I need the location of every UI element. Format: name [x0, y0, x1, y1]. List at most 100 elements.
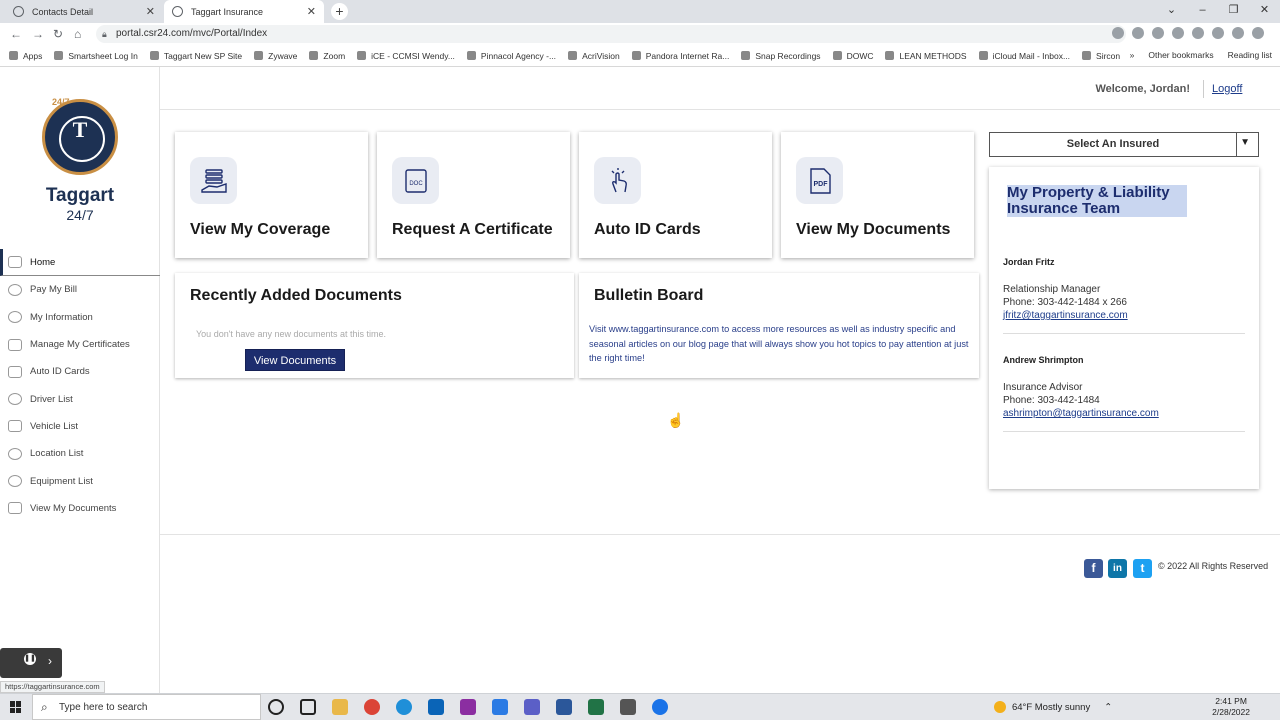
- bookmark-item[interactable]: AcriVision: [568, 51, 620, 61]
- sidebar-item-vehicle-list[interactable]: Vehicle List: [0, 413, 160, 440]
- card-auto-id-cards[interactable]: Auto ID Cards: [579, 132, 772, 258]
- onenote-icon[interactable]: [460, 699, 476, 715]
- task-view-icon[interactable]: [300, 699, 316, 715]
- contact-email-link[interactable]: jfritz@taggartinsurance.com: [1003, 309, 1245, 322]
- bookmark-item[interactable]: Snap Recordings: [741, 50, 821, 61]
- sidebar-item-pay-my-bill[interactable]: Pay My Bill: [0, 276, 160, 303]
- taskbar-search[interactable]: ⌕ Type here to search: [32, 694, 261, 720]
- bookmark-label: DOWC: [846, 50, 874, 61]
- bookmark-item[interactable]: iCloud Mail - Inbox...: [978, 51, 1070, 61]
- taggart-logo[interactable]: 24/7 T Taggart 24/7: [10, 91, 150, 231]
- share-icon[interactable]: [1112, 27, 1124, 39]
- address-bar[interactable]: 🔒︎ portal.csr24.com/mvc/Portal/Index: [96, 25, 1126, 43]
- file-explorer-icon[interactable]: [332, 699, 348, 715]
- contact-card: Jordan Fritz Relationship Manager Phone:…: [1003, 257, 1245, 334]
- bookmark-item[interactable]: Zywave: [254, 51, 297, 61]
- card-view-my-documents[interactable]: PDF View My Documents: [781, 132, 974, 258]
- sidebar-item-location-list[interactable]: Location List: [0, 440, 160, 467]
- bookmark-item[interactable]: Smartsheet Log In: [54, 51, 138, 61]
- sidebar-item-label: View My Documents: [30, 502, 117, 514]
- edge-icon[interactable]: [396, 699, 412, 715]
- contact-email-link[interactable]: ashrimpton@taggartinsurance.com: [1003, 407, 1245, 420]
- bookmark-item[interactable]: Pinnacol Agency -...: [466, 50, 557, 61]
- cortana-icon[interactable]: [268, 699, 284, 715]
- bookmarks-overflow-button[interactable]: »: [1130, 50, 1135, 60]
- panel-title: Bulletin Board: [594, 287, 704, 304]
- bookmark-item[interactable]: DOWC: [832, 50, 874, 61]
- chevron-down-icon[interactable]: ⌄: [1156, 0, 1187, 23]
- close-window-icon[interactable]: ✕: [1249, 0, 1280, 23]
- home-icon[interactable]: ⌂: [74, 27, 81, 41]
- bookmark-item[interactable]: Pandora Internet Ra...: [631, 51, 729, 61]
- sidebar-item-home[interactable]: Home: [0, 249, 160, 277]
- puzzle-icon[interactable]: [1212, 27, 1224, 39]
- excel-icon[interactable]: [588, 699, 604, 715]
- bookmark-icon: [741, 51, 751, 60]
- new-tab-button[interactable]: +: [331, 3, 348, 20]
- chrome-icon[interactable]: [364, 699, 380, 715]
- teams-icon[interactable]: [524, 699, 540, 715]
- sidebar-item-my-information[interactable]: My Information: [0, 304, 160, 331]
- bookmark-item[interactable]: Sircon: [1082, 51, 1120, 61]
- bookmark-icon: [978, 51, 988, 60]
- browser-toolbar: ← → ↻ ⌂ 🔒︎ portal.csr24.com/mvc/Portal/I…: [0, 23, 1280, 45]
- extension-icon[interactable]: [1192, 27, 1204, 39]
- pause-icon[interactable]: ❚❚: [24, 653, 36, 665]
- windows-start-icon[interactable]: [10, 701, 22, 713]
- close-icon[interactable]: ✕: [146, 5, 155, 18]
- bulletin-text[interactable]: Visit www.taggartinsurance.com to access…: [589, 322, 974, 366]
- tab-taggart-insurance[interactable]: Taggart Insurance ✕: [164, 0, 324, 23]
- linkedin-icon[interactable]: in: [1108, 559, 1127, 578]
- sidebar-item-auto-id-cards[interactable]: Auto ID Cards: [0, 358, 160, 385]
- bookmark-label: Zoom: [323, 50, 346, 61]
- sidebar-item-equipment-list[interactable]: Equipment List: [0, 467, 160, 494]
- folder-icon: [8, 502, 22, 515]
- bookmark-item[interactable]: Apps: [9, 51, 42, 61]
- minimize-icon[interactable]: –: [1187, 0, 1218, 23]
- recording-widget: ❚❚ ›: [0, 648, 62, 678]
- tab-contacts-detail[interactable]: Contacts Detail ✕: [5, 0, 163, 23]
- weather-widget[interactable]: 64°F Mostly sunny: [993, 701, 1090, 713]
- sidebar-item-manage-certificates[interactable]: Manage My Certificates: [0, 331, 160, 358]
- card-view-my-coverage[interactable]: View My Coverage: [175, 132, 368, 258]
- app-icon[interactable]: [652, 699, 668, 715]
- app-icon[interactable]: [492, 699, 508, 715]
- bookmark-label: Pinnacol Agency -...: [480, 50, 557, 61]
- close-icon[interactable]: ✕: [307, 5, 316, 18]
- extension-icon[interactable]: [1172, 27, 1184, 39]
- sidebar-item-driver-list[interactable]: Driver List: [0, 385, 160, 412]
- sidebar-item-view-documents[interactable]: View My Documents: [0, 495, 160, 522]
- bookmark-item[interactable]: Taggart New SP Site: [149, 51, 242, 61]
- coverage-icon: [190, 157, 237, 204]
- bookmark-icon: [357, 51, 367, 60]
- logoff-link[interactable]: Logoff: [1212, 83, 1242, 95]
- reload-icon[interactable]: ↻: [53, 27, 63, 41]
- svg-text:DOC: DOC: [409, 181, 423, 187]
- restore-icon[interactable]: ❐: [1218, 0, 1249, 23]
- select-insured-dropdown[interactable]: Select An Insured ▼: [989, 132, 1259, 157]
- card-request-certificate[interactable]: DOC Request A Certificate: [377, 132, 570, 258]
- taskbar-clock[interactable]: 2:41 PM 2/28/2022: [1212, 696, 1250, 718]
- chevron-right-icon[interactable]: ›: [48, 654, 52, 668]
- star-icon[interactable]: [1132, 27, 1144, 39]
- bookmark-item[interactable]: iCE - CCMSI Wendy...: [357, 51, 455, 61]
- app-icon[interactable]: [620, 699, 636, 715]
- bookmark-item[interactable]: LEAN METHODS: [885, 51, 967, 61]
- team-title: My Property & Liability Insurance Team: [1007, 185, 1187, 217]
- facebook-icon[interactable]: f: [1084, 559, 1103, 578]
- forward-icon[interactable]: →: [32, 27, 44, 41]
- bookmark-label: Snap Recordings: [755, 50, 821, 61]
- extension-icon[interactable]: [1152, 27, 1164, 39]
- twitter-icon[interactable]: t: [1133, 559, 1152, 578]
- reading-list[interactable]: Reading list: [1228, 50, 1272, 60]
- outlook-icon[interactable]: [428, 699, 444, 715]
- word-icon[interactable]: [556, 699, 572, 715]
- car-icon: [8, 365, 22, 378]
- back-icon[interactable]: ←: [10, 27, 22, 41]
- profile-avatar[interactable]: [1232, 27, 1244, 39]
- bookmark-item[interactable]: Zoom: [309, 51, 345, 61]
- menu-icon[interactable]: [1252, 27, 1264, 39]
- tray-icons[interactable]: ⌃: [1104, 702, 1112, 713]
- other-bookmarks[interactable]: Other bookmarks: [1148, 50, 1213, 60]
- view-documents-button[interactable]: View Documents: [245, 349, 345, 371]
